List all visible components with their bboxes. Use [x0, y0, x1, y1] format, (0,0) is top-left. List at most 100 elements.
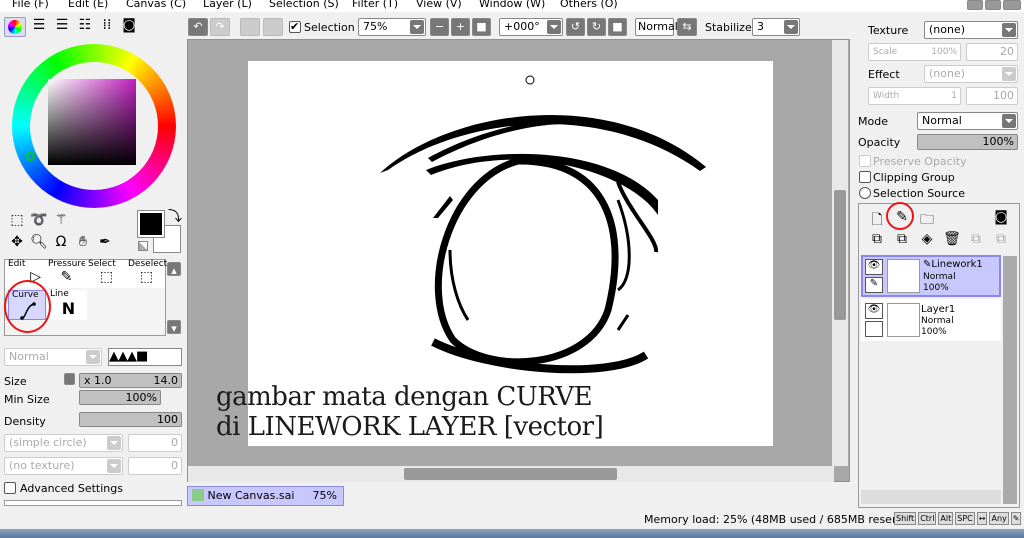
texture-select[interactable]: (none): [924, 21, 1018, 39]
deselect-button[interactable]: [240, 18, 260, 36]
maximize-button[interactable]: [985, 0, 1001, 10]
min-size-slider[interactable]: 100%: [79, 390, 161, 405]
new-layer-icon[interactable]: 🗋: [868, 209, 886, 233]
transfer-down-icon[interactable]: ⧉: [868, 231, 886, 247]
key-ctrl[interactable]: Ctrl: [918, 512, 937, 525]
rotate-right-button[interactable]: ↻: [587, 18, 606, 36]
color-mixer-icon[interactable]: ◙: [120, 17, 138, 33]
menu-others[interactable]: Others (O): [560, 0, 618, 10]
horizontal-scroll-thumb[interactable]: [404, 468, 617, 480]
vertical-scroll-thumb[interactable]: [834, 190, 846, 320]
clear-layer-icon[interactable]: ◈: [918, 231, 936, 247]
color-wheel-tab[interactable]: [4, 17, 26, 37]
stabilizer-select[interactable]: 3: [752, 18, 800, 36]
menu-canvas[interactable]: Canvas (C): [126, 0, 186, 10]
key-shift[interactable]: Shift: [894, 512, 917, 525]
menu-window[interactable]: Window (W): [479, 0, 545, 10]
key-pen-icon[interactable]: ✎: [1010, 512, 1022, 525]
marquee-icon[interactable]: ⬚: [8, 212, 26, 228]
magic-wand-icon[interactable]: ⚚: [52, 212, 70, 228]
hand-icon[interactable]: ✋︎: [74, 234, 92, 250]
effect-select[interactable]: (none): [924, 65, 1018, 83]
brush-shape-select[interactable]: (simple circle): [4, 434, 123, 452]
undo-button[interactable]: ↶: [188, 18, 208, 36]
key-space[interactable]: SPC: [955, 512, 975, 525]
selection-checkbox[interactable]: ✔: [289, 21, 301, 33]
scroll-down-button[interactable]: ▾: [167, 320, 181, 335]
close-button[interactable]: [1003, 0, 1021, 10]
size-range-button[interactable]: [64, 373, 75, 385]
size-slider[interactable]: x 1.0 14.0: [79, 373, 182, 388]
selection-source-radio[interactable]: [859, 187, 871, 199]
brush-texture-select[interactable]: (no texture): [4, 457, 123, 475]
menu-selection[interactable]: Selection (S): [269, 0, 339, 10]
layer-lock-box[interactable]: [865, 321, 883, 337]
rotate-left-button[interactable]: ↺: [566, 18, 585, 36]
density-slider[interactable]: 100: [79, 412, 182, 427]
menu-layer[interactable]: Layer (L): [203, 0, 252, 10]
swap-colors-icon[interactable]: ⤵: [166, 206, 184, 226]
menu-edit[interactable]: Edit (E): [68, 0, 108, 10]
width-slider[interactable]: Width 1: [868, 87, 961, 105]
advanced-settings-checkbox[interactable]: [4, 482, 16, 494]
mask-merge-icon[interactable]: ⧉: [967, 231, 985, 247]
zoom-out-button[interactable]: −: [430, 18, 449, 36]
effect-strength[interactable]: 100: [966, 87, 1018, 105]
invert-selection-button[interactable]: [263, 18, 283, 36]
horizontal-scrollbar[interactable]: [188, 466, 834, 482]
shape-value[interactable]: 0: [128, 434, 182, 452]
menu-file[interactable]: File (F): [12, 0, 49, 10]
swatch-icon[interactable]: ☷: [76, 17, 94, 33]
layer-mode-select[interactable]: Normal: [917, 112, 1018, 130]
menu-filter[interactable]: Filter (T): [352, 0, 398, 10]
tool-deselect[interactable]: Deselect ⬚: [125, 260, 167, 288]
layer-h-scrollbar[interactable]: [861, 490, 1001, 504]
clipping-group-checkbox[interactable]: [859, 171, 871, 183]
minimize-button[interactable]: [967, 0, 983, 10]
visibility-eye-icon[interactable]: 👁︎: [865, 259, 883, 275]
texture-value[interactable]: 0: [128, 457, 182, 475]
layer-scrollbar[interactable]: [1003, 256, 1017, 504]
move-icon[interactable]: ✥: [8, 234, 26, 250]
scale-slider[interactable]: Scale 100%: [868, 43, 961, 61]
delete-layer-icon[interactable]: 🗑: [943, 231, 961, 247]
brush-shape-selector[interactable]: ▲▲▲■: [108, 348, 182, 366]
saturation-value-square[interactable]: [48, 79, 136, 165]
tool-line[interactable]: Line N: [47, 290, 87, 320]
foreground-color[interactable]: [137, 210, 165, 238]
rotate-reset-button[interactable]: ■: [608, 18, 627, 36]
canvas-tab[interactable]: New Canvas.sai 75%: [187, 486, 344, 506]
rgb-slider-icon[interactable]: ☰: [30, 17, 48, 33]
key-move-icon[interactable]: ↔: [976, 512, 988, 525]
rotate-icon[interactable]: Ω: [52, 234, 70, 250]
zoom-select[interactable]: 75%: [358, 18, 426, 36]
hue-marker[interactable]: [26, 152, 35, 161]
key-any[interactable]: Any: [989, 512, 1009, 525]
view-mode-button[interactable]: Normal: [635, 18, 678, 36]
scale-strength[interactable]: 20: [966, 43, 1018, 61]
visibility-eye-icon[interactable]: 👁︎: [865, 303, 883, 319]
pen-lock-icon[interactable]: ✎: [865, 277, 883, 293]
lasso-icon[interactable]: ➰: [30, 212, 48, 228]
tool-select[interactable]: Select ⬚: [85, 260, 125, 288]
brush-mode-select[interactable]: Normal: [4, 348, 102, 366]
scroll-up-button[interactable]: ▴: [167, 262, 181, 277]
menu-view[interactable]: View (V): [416, 0, 462, 10]
opacity-slider[interactable]: 100%: [917, 134, 1018, 150]
hsv-slider-icon[interactable]: ☰: [53, 17, 71, 33]
mask-add-icon[interactable]: ⧉: [992, 231, 1010, 247]
vertical-scrollbar[interactable]: [832, 40, 848, 466]
preserve-opacity-checkbox[interactable]: [859, 155, 871, 167]
canvas-viewport[interactable]: gambar mata dengan CURVE di LINEWORK LAY…: [187, 39, 850, 482]
merge-down-icon[interactable]: ⧉: [893, 231, 911, 247]
tool-pressure[interactable]: Pressure ✎: [45, 260, 86, 288]
scratchpad-icon[interactable]: ⁞⁞: [98, 17, 116, 33]
layer-item-layer1[interactable]: 👁︎ Layer1 Normal 100%: [861, 299, 1001, 341]
zoom-reset-button[interactable]: ■: [472, 18, 491, 36]
zoom-in-button[interactable]: +: [451, 18, 470, 36]
eyedropper-icon[interactable]: ✒: [96, 234, 114, 250]
rotation-select[interactable]: +000°: [499, 18, 563, 36]
reset-colors-icon[interactable]: [138, 241, 148, 251]
zoom-icon[interactable]: 🔍︎: [30, 234, 48, 250]
key-alt[interactable]: Alt: [938, 512, 954, 525]
